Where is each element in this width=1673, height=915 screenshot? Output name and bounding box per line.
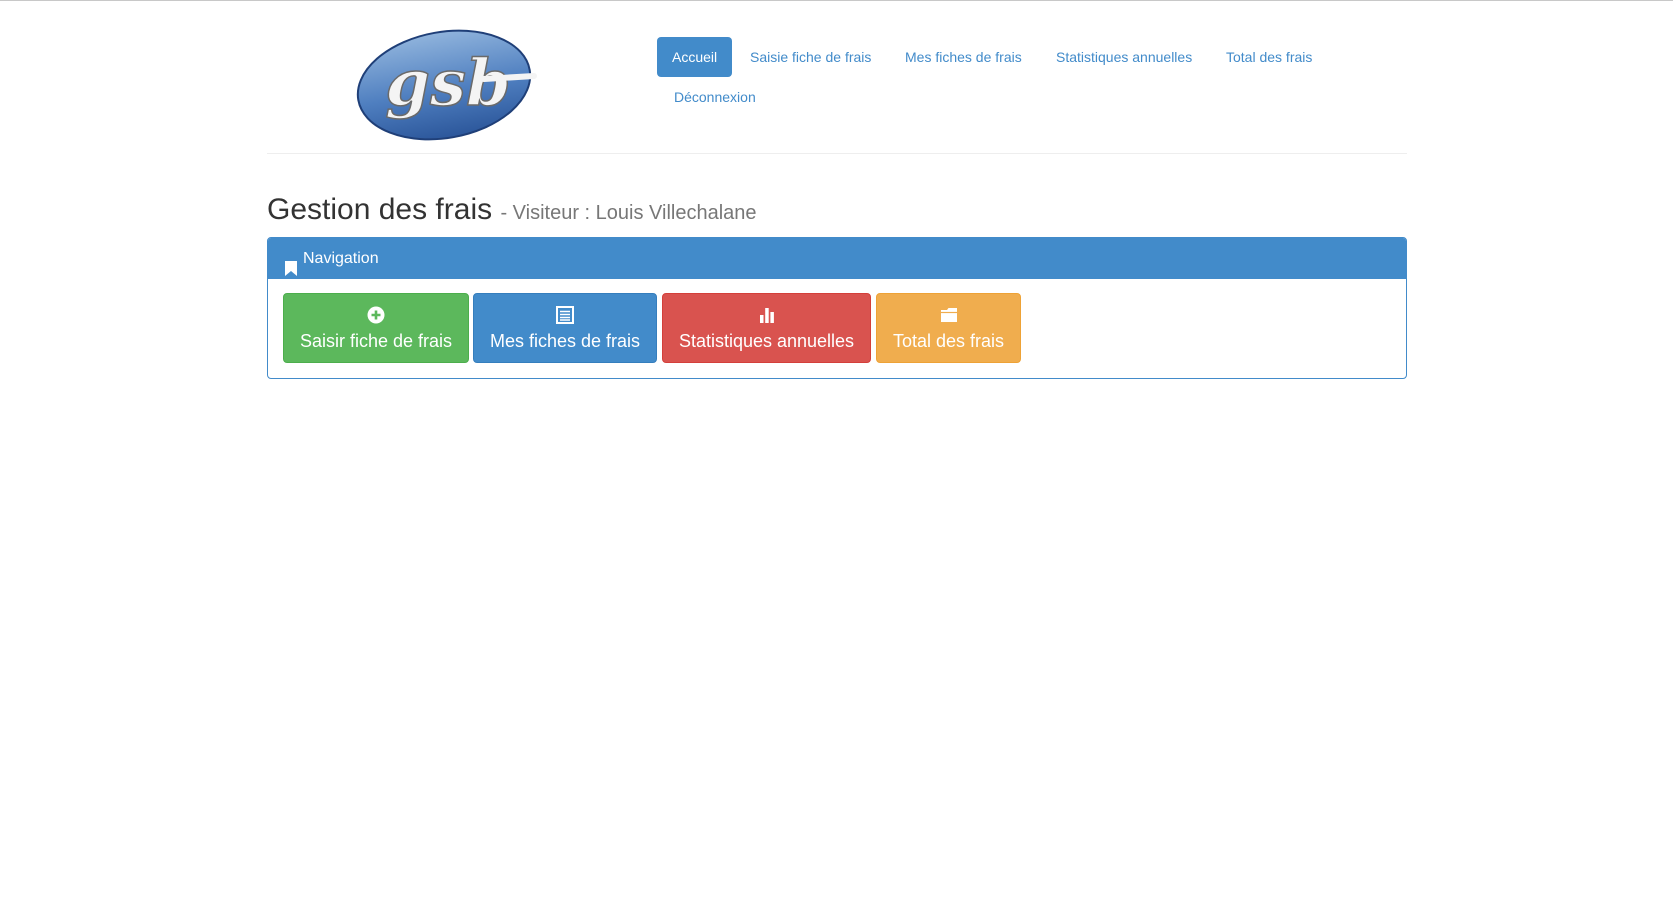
header-divider xyxy=(267,153,1407,154)
page-title-text: Gestion des frais xyxy=(267,193,493,226)
panel-heading-label: Navigation xyxy=(303,250,379,267)
statistiques-annuelles-button[interactable]: Statistiques annuelles xyxy=(662,293,871,363)
saisir-fiche-de-frais-button[interactable]: Saisir fiche de frais xyxy=(283,293,469,363)
mes-fiches-de-frais-label: Mes fiches de frais xyxy=(489,331,641,351)
saisir-fiche-de-frais-label: Saisir fiche de frais xyxy=(299,331,453,351)
bar-chart-icon xyxy=(758,306,776,324)
statistiques-annuelles-label: Statistiques annuelles xyxy=(678,331,855,351)
folder-icon xyxy=(940,306,958,324)
total-des-frais-label: Total des frais xyxy=(892,331,1005,351)
total-des-frais-button[interactable]: Total des frais xyxy=(876,293,1021,363)
page-subtitle: - Visiteur : Louis Villechalane xyxy=(500,202,757,224)
plus-circle-icon xyxy=(367,306,385,324)
nav-total-des-frais[interactable]: Total des frais xyxy=(1211,37,1327,77)
list-icon xyxy=(556,306,574,324)
nav-saisie-fiche-de-frais[interactable]: Saisie fiche de frais xyxy=(735,37,886,77)
nav-deconnexion[interactable]: Déconnexion xyxy=(659,77,771,117)
nav-accueil[interactable]: Accueil xyxy=(657,37,733,77)
gsb-logo[interactable]: gsb xyxy=(356,27,538,142)
panel-heading: Navigation xyxy=(268,238,1406,279)
logo-wordmark: gsb xyxy=(385,46,511,121)
page-title: Gestion des frais - Visiteur : Louis Vil… xyxy=(267,190,757,233)
gsb-logo-image: gsb xyxy=(356,29,537,141)
nav-statistiques-annuelles[interactable]: Statistiques annuelles xyxy=(1041,37,1207,77)
nav-mes-fiches-de-frais[interactable]: Mes fiches de frais xyxy=(890,37,1037,77)
bookmark-icon xyxy=(285,251,297,276)
top-border xyxy=(0,0,1673,1)
mes-fiches-de-frais-button[interactable]: Mes fiches de frais xyxy=(473,293,657,363)
